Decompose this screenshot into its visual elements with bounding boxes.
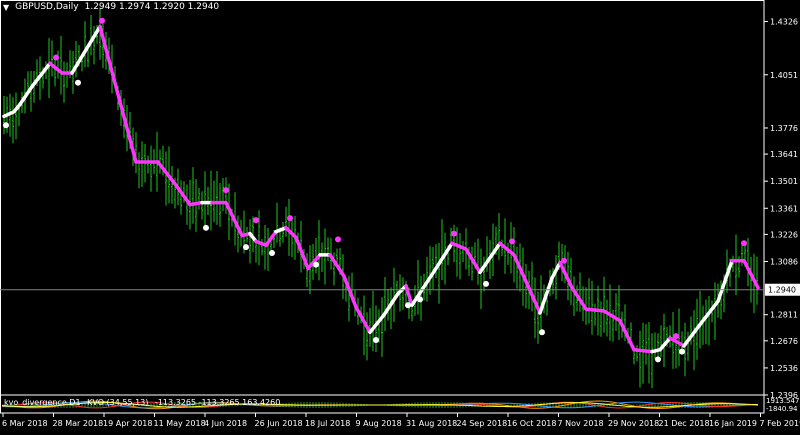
trend-line-segment [634, 350, 652, 352]
indicator-header: kvo_divergence D1 KVO (34,55,13) -113.32… [4, 398, 284, 407]
swing-low-dot [3, 122, 9, 128]
ohlc-values: 1.2949 1.2974 1.2920 1.2940 [85, 2, 220, 12]
swing-high-dot [741, 240, 747, 246]
swing-high-dot [335, 236, 341, 242]
time-label: 6 Mar 2018 [2, 419, 48, 428]
swing-low-dot [405, 302, 411, 308]
swing-low-dot [243, 244, 249, 250]
time-label: 29 Nov 2018 [608, 419, 659, 428]
swing-high-dot [509, 238, 515, 244]
candles-layer [3, 8, 758, 389]
price-tick-label: 1.4326 [770, 18, 798, 27]
swing-high-dot [561, 258, 567, 264]
indicator-params: KVO (34,55,13) [87, 398, 148, 407]
time-label: 21 Dec 2018 [659, 419, 710, 428]
chart-window[interactable]: 1.4326 1.4051 1.3776 1.3641 1.3501 1.3361 1.32… [0, 0, 800, 431]
swing-low-dot [373, 337, 379, 343]
time-label: 4 Jun 2018 [204, 419, 247, 428]
time-label: 19 Apr 2018 [103, 419, 152, 428]
time-label: 7 Feb 2019 [760, 419, 800, 428]
trend-line-segment [684, 325, 700, 346]
price-tick-label: 1.3501 [770, 177, 798, 186]
swing-high-dot [673, 333, 679, 339]
time-label: 18 Jul 2018 [305, 419, 350, 428]
indicator-name: kvo_divergence D1 [4, 398, 81, 407]
swing-high-dot [287, 215, 293, 221]
time-label: 16 Oct 2018 [507, 419, 556, 428]
swing-low-dot [75, 80, 81, 86]
time-label: 31 Aug 2018 [406, 419, 457, 428]
indicator-values: -113.3265 -113.3265 163.4260 [155, 398, 280, 407]
trend-line-segment [32, 63, 50, 86]
trend-line-segment [436, 243, 452, 268]
swing-low-dot [313, 262, 319, 268]
swing-low-dot [539, 329, 545, 335]
trend-line-segment [190, 203, 202, 205]
trend-line-segment [586, 309, 604, 311]
time-label: 24 Sep 2018 [457, 419, 508, 428]
time-label: 9 Aug 2018 [356, 419, 402, 428]
price-tick-label: 1.3086 [770, 257, 798, 266]
axes-layer: 1.4326 1.4051 1.3776 1.3641 1.3501 1.3361 1.32… [0, 1, 800, 429]
price-tick-label: 1.4051 [770, 71, 798, 80]
current-price-label: 1.2940 [768, 286, 796, 295]
osc-scale-top: 1913.547 [766, 397, 799, 405]
trend-line-layer [4, 27, 758, 352]
swing-high-dot [99, 18, 105, 24]
time-label: 28 Mar 2018 [53, 419, 104, 428]
price-chart[interactable]: 1.4326 1.4051 1.3776 1.3641 1.3501 1.3361 1.32… [0, 0, 800, 431]
price-tick-label: 1.2536 [770, 364, 798, 373]
osc-scale-bottom: -1840.94 [766, 405, 798, 413]
swing-low-dot [417, 296, 423, 302]
symbol-label: GBPUSD,Daily [15, 2, 78, 12]
price-tick-label: 1.3641 [770, 150, 798, 159]
symbol-header: ▼ GBPUSD,Daily 1.2949 1.2974 1.2920 1.29… [3, 2, 219, 12]
price-tick-label: 1.3361 [770, 204, 798, 213]
dropdown-triangle-icon[interactable]: ▼ [3, 3, 9, 12]
swing-high-dot [253, 217, 259, 223]
time-label: 11 May 2018 [154, 419, 206, 428]
swing-high-dot [451, 231, 457, 237]
time-label: 16 Jan 2019 [709, 419, 757, 428]
price-tick-label: 1.2811 [770, 311, 798, 320]
time-label: 7 Nov 2018 [558, 419, 604, 428]
price-tick-label: 1.3226 [770, 230, 798, 239]
time-label: 26 Jun 2018 [255, 419, 303, 428]
swing-low-dot [203, 225, 209, 231]
swing-high-dot [223, 187, 229, 193]
price-tick-label: 1.2676 [770, 337, 798, 346]
trend-line-segment [604, 311, 620, 321]
swing-low-dot [269, 250, 275, 256]
swing-low-dot [483, 281, 489, 287]
swing-high-dot [53, 55, 59, 61]
trend-line-segment [158, 162, 176, 185]
swing-low-dot [679, 349, 685, 355]
trend-line-segment [296, 237, 308, 268]
price-tick-label: 1.3776 [770, 124, 798, 133]
swing-low-dot [655, 356, 661, 362]
